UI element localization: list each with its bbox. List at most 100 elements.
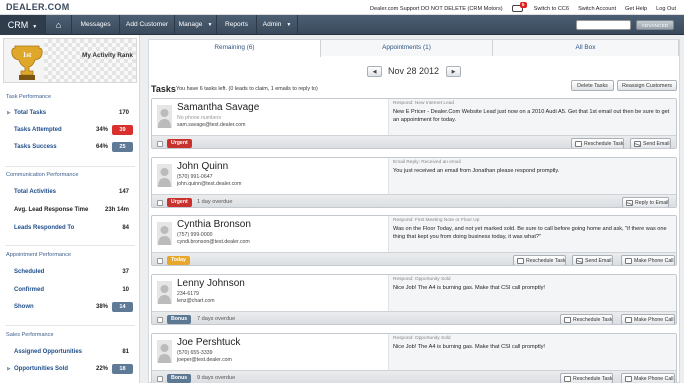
customer-email[interactable]: john.quinn@test.dealer.com [177, 181, 241, 187]
avatar-placeholder-icon [157, 164, 172, 187]
task-card: John Quinn (570) 991-0647 john.quinn@tes… [151, 157, 677, 208]
customer-name[interactable]: Samantha Savage [177, 102, 259, 113]
make-phone-call-button[interactable]: Make Phone Call [621, 314, 675, 324]
current-date: Nov 28 2012 [388, 66, 440, 76]
overdue-label: 9 days overdue [197, 375, 236, 381]
crm-menu[interactable]: CRM ▼ [0, 15, 46, 35]
customer-email[interactable]: lenz@chart.com [177, 298, 215, 304]
metric-tasks-attempted[interactable]: Tasks Attempted 34% 39 [0, 125, 140, 137]
metric-leads-responded-to[interactable]: Leads Responded To 84 [0, 223, 140, 235]
trophy-icon: 1st [11, 45, 43, 80]
task-checkbox[interactable] [157, 258, 163, 264]
chevron-down-icon: ▼ [286, 22, 292, 28]
reassign-customers-button[interactable]: Reassign Customers [617, 80, 677, 91]
nav-manage[interactable]: Manage ▼ [175, 15, 217, 35]
count-badge: 14 [112, 302, 133, 312]
customer-name[interactable]: Joe Pershtuck [177, 337, 240, 348]
home-icon: ⌂ [55, 20, 62, 30]
task-checkbox[interactable] [157, 200, 163, 206]
switch-account-link[interactable]: Switch Account [578, 6, 616, 12]
customer-email[interactable]: joeper@test.dealer.com [177, 357, 232, 363]
section-title-communication-performance: Communication Performance [6, 172, 79, 178]
make-phone-call-button[interactable]: Make Phone Call [621, 373, 675, 383]
search-input[interactable] [576, 20, 631, 30]
task-checkbox[interactable] [157, 376, 163, 382]
metric-confirmed[interactable]: Confirmed 10 [0, 285, 140, 297]
customer-name[interactable]: Lenny Johnson [177, 278, 245, 289]
calendar-icon [517, 258, 524, 264]
reschedule-task-button[interactable]: Reschedule Task [571, 138, 625, 148]
rank-number: 1st [23, 51, 32, 59]
task-tabs: Remaining (6) Appointments (1) All Box [149, 40, 679, 57]
top-bar: DEALER.COM Dealer.com Support DO NOT DEL… [0, 0, 684, 15]
phone-icon [625, 376, 632, 382]
reschedule-task-button[interactable]: Reschedule Task [560, 314, 614, 324]
nav-add-customer[interactable]: Add Customer [120, 15, 175, 35]
customer-phone: 234-6179 [177, 291, 199, 297]
task-checkbox[interactable] [157, 141, 163, 147]
task-type: Respond: First Meeting Note or Floor Up [393, 218, 480, 223]
advanced-search-button[interactable]: ADVANCED [636, 20, 674, 30]
divider [5, 245, 135, 246]
reply-to-email-button[interactable]: Reply to Email [622, 197, 670, 207]
triangle-right-icon: ▶ [7, 110, 11, 116]
task-description: Nice Job! The A4 is burning gas. Make th… [393, 344, 545, 350]
section-title-task-performance: Task Performance [6, 94, 52, 100]
customer-email[interactable]: cyndi.bronson@test.dealer.com [177, 239, 250, 245]
previous-day-button[interactable]: ◀ [367, 66, 382, 77]
task-card: Joe Pershtuck (570) 655-3339 joeper@test… [151, 333, 677, 383]
priority-badge: Today [167, 256, 190, 265]
customer-name[interactable]: Cynthia Bronson [177, 219, 251, 230]
avatar-placeholder-icon [157, 105, 172, 128]
count-badge: 18 [112, 364, 133, 374]
task-type: Respond: New Internet Lead [393, 101, 455, 106]
delete-tasks-button[interactable]: Delete Tasks [571, 80, 614, 91]
task-description: You just received an email from Jonathan… [393, 168, 560, 174]
home-button[interactable]: ⌂ [46, 15, 72, 35]
nav-reports[interactable]: Reports [217, 15, 257, 35]
metric-assigned-opportunities[interactable]: Assigned Opportunities 81 [0, 347, 140, 359]
dealer-logo[interactable]: DEALER.COM [6, 2, 70, 12]
metric-total-activities[interactable]: Total Activities 147 [0, 187, 140, 199]
notification-car-icon[interactable]: 5 [511, 2, 527, 13]
metric-tasks-success[interactable]: Tasks Success 64% 25 [0, 142, 140, 154]
task-card: Lenny Johnson 234-6179 lenz@chart.com Re… [151, 274, 677, 325]
send-email-button[interactable]: Send Email [572, 255, 613, 265]
make-phone-call-button[interactable]: Make Phone Call [621, 255, 675, 265]
priority-badge: Urgent [167, 198, 192, 207]
next-day-button[interactable]: ▶ [446, 66, 461, 77]
customer-phone: No phone numbers [177, 115, 222, 121]
tab-all-box[interactable]: All Box [493, 40, 679, 56]
tab-remaining[interactable]: Remaining (6) [149, 40, 321, 57]
count-badge: 39 [112, 125, 133, 135]
customer-email[interactable]: sam.savage@test.dealer.com [177, 122, 245, 128]
send-email-button[interactable]: Send Email [630, 138, 671, 148]
task-checkbox[interactable] [157, 317, 163, 323]
nav-messages[interactable]: Messages [72, 15, 120, 35]
switch-cc6-link[interactable]: Switch to CC6 [534, 6, 569, 12]
phone-icon [625, 258, 632, 264]
arrow-left-icon: ◀ [372, 69, 377, 75]
customer-phone: (570) 655-3339 [177, 350, 213, 356]
avatar-placeholder-icon [157, 340, 172, 363]
tasks-summary: You have 6 tasks left. (0 leads to claim… [176, 86, 318, 92]
my-activity-rank-label: My Activity Rank [82, 52, 133, 59]
metric-scheduled[interactable]: Scheduled 37 [0, 267, 140, 279]
customer-name[interactable]: John Quinn [177, 161, 228, 172]
get-help-link[interactable]: Get Help [625, 6, 647, 12]
metric-total-tasks[interactable]: ▶ Total Tasks 170 [0, 108, 140, 120]
log-out-link[interactable]: Log Out [656, 6, 676, 12]
metric-shown[interactable]: Shown 38% 14 [0, 302, 140, 314]
priority-badge: Bonus [167, 315, 192, 324]
count-badge: 25 [112, 142, 133, 152]
reschedule-task-button[interactable]: Reschedule Task [560, 373, 614, 383]
nav-admin[interactable]: Admin ▼ [257, 15, 298, 35]
tab-appointments[interactable]: Appointments (1) [321, 40, 493, 56]
calendar-icon [564, 376, 571, 382]
customer-phone: (757) 999-0000 [177, 232, 213, 238]
divider [5, 166, 135, 167]
reschedule-task-button[interactable]: Reschedule Task [513, 255, 567, 265]
metric-opportunities-sold[interactable]: ▶ Opportunities Sold 22% 18 [0, 364, 140, 376]
customer-phone: (570) 991-0647 [177, 174, 213, 180]
priority-badge: Urgent [167, 139, 192, 148]
